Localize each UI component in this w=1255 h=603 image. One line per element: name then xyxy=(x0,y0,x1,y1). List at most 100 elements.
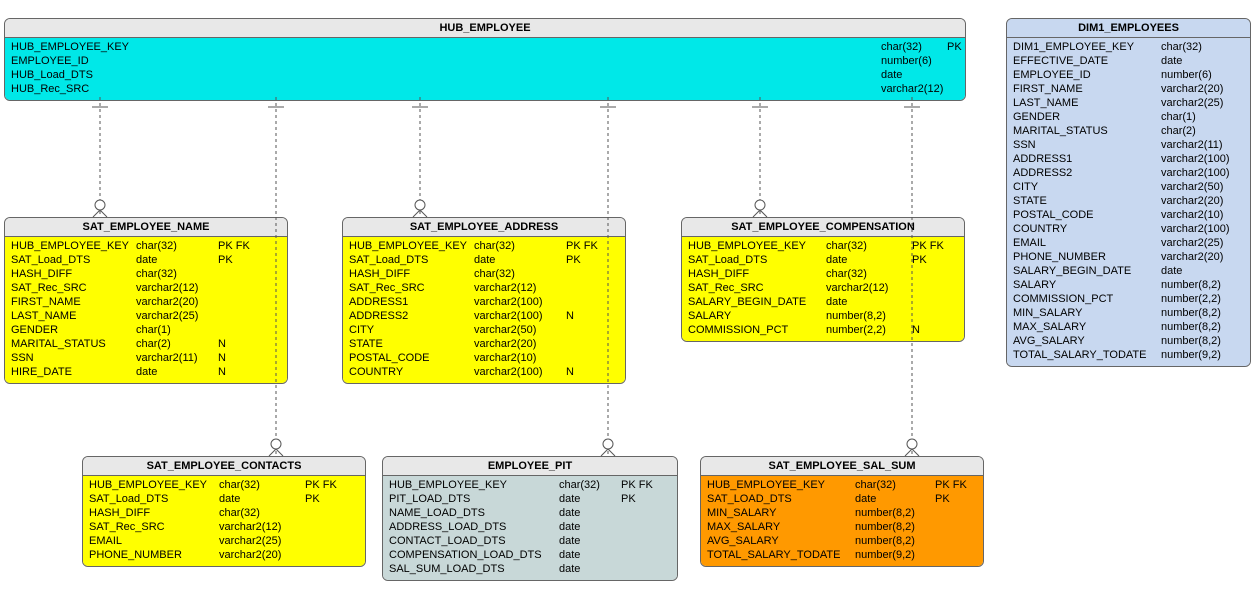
column-key xyxy=(931,548,935,562)
sat-employee-address-table: SAT_EMPLOYEE_ADDRESS HUB_EMPLOYEE_KEYcha… xyxy=(342,217,626,384)
column-name: GENDER xyxy=(11,323,136,337)
column-type: date xyxy=(559,492,617,506)
column-type: char(1) xyxy=(136,323,214,337)
column-key xyxy=(1243,166,1247,180)
column-key: PK xyxy=(214,253,233,267)
column-name: HASH_DIFF xyxy=(11,267,136,281)
column-name: HUB_EMPLOYEE_KEY xyxy=(11,40,881,54)
column-type: varchar2(11) xyxy=(1161,138,1243,152)
column-type: char(32) xyxy=(136,267,214,281)
column-key xyxy=(908,309,912,323)
table-row: HIRE_DATEdateN xyxy=(11,365,281,379)
column-name: PHONE_NUMBER xyxy=(89,548,219,562)
column-type: number(6) xyxy=(1161,68,1243,82)
column-key xyxy=(214,323,218,337)
column-type: varchar2(50) xyxy=(1161,180,1243,194)
table-row: STATEvarchar2(20) xyxy=(349,337,619,351)
column-type: varchar2(100) xyxy=(1161,166,1243,180)
column-name: POSTAL_CODE xyxy=(1013,208,1161,222)
table-row: ADDRESS1varchar2(100) xyxy=(349,295,619,309)
column-type: char(32) xyxy=(219,478,301,492)
column-name: HIRE_DATE xyxy=(11,365,136,379)
column-type: char(32) xyxy=(826,267,908,281)
column-type: varchar2(100) xyxy=(474,295,562,309)
column-name: AVG_SALARY xyxy=(707,534,855,548)
table-row: COMPENSATION_LOAD_DTSdate xyxy=(389,548,671,562)
column-type: date xyxy=(219,492,301,506)
sat-name-title: SAT_EMPLOYEE_NAME xyxy=(5,218,287,237)
column-key xyxy=(1243,194,1247,208)
table-row: STATEvarchar2(20) xyxy=(1013,194,1244,208)
column-name: HUB_EMPLOYEE_KEY xyxy=(688,239,826,253)
table-row: ADDRESS2varchar2(100)N xyxy=(349,309,619,323)
column-key: PK xyxy=(562,253,581,267)
column-key xyxy=(1243,236,1247,250)
column-type: varchar2(25) xyxy=(1161,236,1243,250)
column-key xyxy=(1243,68,1247,82)
column-type: varchar2(50) xyxy=(474,323,562,337)
column-key: N xyxy=(214,337,226,351)
column-key xyxy=(1243,110,1247,124)
table-row: AVG_SALARYnumber(8,2) xyxy=(707,534,977,548)
column-name: HUB_EMPLOYEE_KEY xyxy=(89,478,219,492)
column-name: SAT_Rec_SRC xyxy=(688,281,826,295)
column-type: char(32) xyxy=(855,478,931,492)
table-row: HUB_Rec_SRCvarchar2(12) xyxy=(11,82,959,96)
column-name: AVG_SALARY xyxy=(1013,334,1161,348)
column-key xyxy=(1243,40,1247,54)
table-row: FIRST_NAMEvarchar2(20) xyxy=(1013,82,1244,96)
column-key: PK FK xyxy=(931,478,967,492)
table-row: SALARY_BEGIN_DATEdate xyxy=(1013,264,1244,278)
column-type: char(32) xyxy=(474,267,562,281)
column-name: SAT_LOAD_DTS xyxy=(707,492,855,506)
table-row: POSTAL_CODEvarchar2(10) xyxy=(349,351,619,365)
column-type: varchar2(20) xyxy=(136,295,214,309)
hub-title: HUB_EMPLOYEE xyxy=(5,19,965,38)
column-name: ADDRESS2 xyxy=(349,309,474,323)
column-type: date xyxy=(1161,264,1243,278)
column-name: SALARY xyxy=(1013,278,1161,292)
column-type: varchar2(100) xyxy=(474,365,562,379)
table-row: NAME_LOAD_DTSdate xyxy=(389,506,671,520)
column-key xyxy=(562,295,566,309)
column-name: COMPENSATION_LOAD_DTS xyxy=(389,548,559,562)
column-name: COMMISSION_PCT xyxy=(688,323,826,337)
table-row: CITYvarchar2(50) xyxy=(1013,180,1244,194)
column-type: varchar2(25) xyxy=(219,534,301,548)
table-row: TOTAL_SALARY_TODATEnumber(9,2) xyxy=(1013,348,1244,362)
sat-employee-compensation-table: SAT_EMPLOYEE_COMPENSATION HUB_EMPLOYEE_K… xyxy=(681,217,965,342)
column-key xyxy=(1243,96,1247,110)
column-name: COMMISSION_PCT xyxy=(1013,292,1161,306)
column-key xyxy=(562,281,566,295)
column-key xyxy=(214,281,218,295)
column-type: varchar2(10) xyxy=(1161,208,1243,222)
column-name: STATE xyxy=(349,337,474,351)
table-row: SAT_LOAD_DTSdatePK xyxy=(707,492,977,506)
column-type: number(8,2) xyxy=(855,534,931,548)
column-key xyxy=(301,548,305,562)
column-type: varchar2(100) xyxy=(474,309,562,323)
column-key xyxy=(943,54,947,68)
column-name: SAT_Rec_SRC xyxy=(11,281,136,295)
sat-contacts-body: HUB_EMPLOYEE_KEYchar(32)PK FKSAT_Load_DT… xyxy=(83,476,365,566)
column-key xyxy=(1243,222,1247,236)
column-type: date xyxy=(559,534,617,548)
table-row: ADDRESS2varchar2(100) xyxy=(1013,166,1244,180)
table-row: SSNvarchar2(11)N xyxy=(11,351,281,365)
column-name: DIM1_EMPLOYEE_KEY xyxy=(1013,40,1161,54)
column-type: number(9,2) xyxy=(1161,348,1243,362)
column-name: MARITAL_STATUS xyxy=(1013,124,1161,138)
column-name: CONTACT_LOAD_DTS xyxy=(389,534,559,548)
column-name: SAL_SUM_LOAD_DTS xyxy=(389,562,559,576)
hub-employee-table: HUB_EMPLOYEE HUB_EMPLOYEE_KEYchar(32)PKE… xyxy=(4,18,966,101)
column-type: date xyxy=(559,562,617,576)
column-type: varchar2(20) xyxy=(1161,194,1243,208)
column-key xyxy=(617,562,621,576)
column-key: PK FK xyxy=(908,239,944,253)
column-key xyxy=(1243,82,1247,96)
column-key xyxy=(617,520,621,534)
sat-employee-salsum-table: SAT_EMPLOYEE_SAL_SUM HUB_EMPLOYEE_KEYcha… xyxy=(700,456,984,567)
column-name: EMAIL xyxy=(1013,236,1161,250)
table-row: MIN_SALARYnumber(8,2) xyxy=(1013,306,1244,320)
column-type: varchar2(12) xyxy=(881,82,943,96)
